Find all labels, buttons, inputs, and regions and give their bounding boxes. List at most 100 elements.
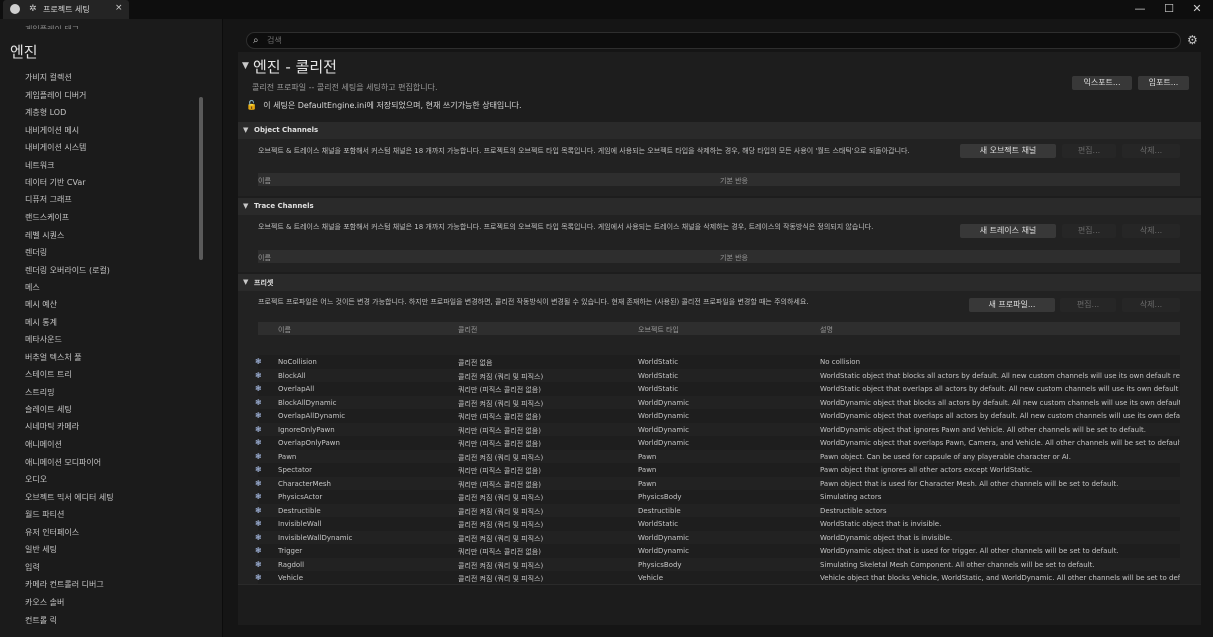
table-row[interactable]: ❃ Ragdoll 콜리전 켜짐 (쿼리 및 피직스) PhysicsBody Simu… [255,557,1180,571]
delete-profile-button[interactable]: 삭제... [1122,298,1180,312]
sidebar-item[interactable]: 버추얼 텍스처 풀 [25,352,82,363]
table-row[interactable]: ❃ IgnoreOnlyPawn 쿼리만 (피직스 콜리전 없음) WorldDyna… [255,422,1180,436]
cell-object-type: Vehicle [638,574,664,582]
sidebar-item[interactable]: 컨트롤 릭 [25,615,57,626]
sidebar-item[interactable]: 입력 [25,562,40,573]
sidebar-item[interactable]: 네트워크 [25,160,54,171]
cell-collision: 콜리전 켜짐 (쿼리 및 피직스) [458,494,544,502]
cell-object-type: WorldStatic [638,385,679,393]
sidebar-item[interactable]: 스테이트 트리 [25,369,72,380]
sidebar-scrollbar[interactable] [199,97,203,260]
page-title: 엔진 - 콜리전 [253,58,337,76]
table-row[interactable]: ❃ OverlapAll 쿼리만 (피직스 콜리전 없음) WorldStatic Wo… [255,382,1180,396]
sidebar-item[interactable]: 스트리밍 [25,387,54,398]
search-input[interactable] [267,34,1147,47]
presets-column-header: 이름 콜리전 오브젝트 타입 설명 [258,322,1180,335]
trace-channels-description: 오브젝트 & 트레이스 채널을 포함해서 커스텀 채널은 18 개까지 가능합니… [258,223,874,231]
sidebar-item[interactable]: 메스 [25,282,40,293]
profile-icon: ❃ [255,451,262,461]
sidebar-item[interactable]: 메시 예산 [25,299,57,310]
gear-icon[interactable]: ⚙ [1187,33,1198,47]
collapse-arrow-icon[interactable]: ▼ [242,61,249,71]
page-subtitle: 콜리전 프로파일 -- 콜리전 세팅을 세팅하고 편집합니다. [252,83,438,92]
sidebar-item[interactable]: 슬레이트 세팅 [25,404,72,415]
sidebar-item[interactable]: 메시 통계 [25,317,57,328]
table-row[interactable]: ❃ Spectator 쿼리만 (피직스 콜리전 없음) Pawn Pawn objec… [255,463,1180,477]
new-profile-button[interactable]: 새 프로파일... [969,298,1055,312]
sidebar-item[interactable]: 가비지 컬렉션 [25,72,72,83]
sidebar-item[interactable]: 디퓨저 그래프 [25,194,72,205]
edit-object-channel-button[interactable]: 편집... [1062,144,1116,158]
cell-description: WorldDynamic object that is used for tri… [820,547,1119,555]
cell-name: PhysicsActor [278,493,323,501]
close-tab-icon[interactable]: × [115,3,123,13]
new-trace-channel-button[interactable]: 새 트레이스 채널 [960,224,1056,238]
table-row[interactable]: ❃ Destructible 콜리전 켜짐 (쿼리 및 피직스) Destructib… [255,503,1180,517]
sidebar-item[interactable]: 렌더링 [25,247,47,258]
sidebar-item[interactable]: 애니메이션 모디파이어 [25,457,101,468]
sidebar-item[interactable]: 오디오 [25,474,47,485]
export-button[interactable]: 익스포트... [1072,76,1132,90]
search-box[interactable]: ⌕ [246,32,1181,49]
delete-trace-channel-button[interactable]: 삭제... [1122,224,1180,238]
table-row[interactable]: ❃ NoCollision 콜리전 없음 WorldStatic No collisio… [255,355,1180,369]
cell-collision: 콜리전 켜짐 (쿼리 및 피직스) [458,575,544,583]
object-channels-column-header: 이름 기본 반응 [258,173,1180,186]
sidebar-item[interactable]: 렌더링 오버라이드 (로컬) [25,265,110,276]
tab-project-settings[interactable]: ✲ 프로젝트 세팅 × [3,0,129,19]
tab-title: 프로젝트 세팅 [43,5,90,14]
cell-object-type: WorldStatic [638,520,679,528]
import-button[interactable]: 임포트... [1138,76,1189,90]
sidebar-item[interactable]: 데이터 기반 CVar [25,177,86,188]
sidebar-item[interactable]: 애니메이션 [25,439,62,450]
table-row[interactable]: ❃ BlockAllDynamic 콜리전 켜짐 (쿼리 및 피직스) WorldDy… [255,395,1180,409]
sidebar-item[interactable]: 시네마틱 카메라 [25,421,79,432]
new-object-channel-button[interactable]: 새 오브젝트 채널 [960,144,1056,158]
table-row[interactable]: ❃ InvisibleWall 콜리전 켜짐 (쿼리 및 피직스) WorldStat… [255,517,1180,531]
table-row[interactable]: ❃ Trigger 쿼리만 (피직스 콜리전 없음) WorldDynamic Worl… [255,544,1180,558]
sidebar-item[interactable]: 랜드스케이프 [25,212,69,223]
cell-name: BlockAllDynamic [278,398,337,407]
table-row[interactable]: ❃ Pawn 콜리전 켜짐 (쿼리 및 피직스) Pawn Pawn object. C… [255,449,1180,463]
table-row[interactable]: ❃ InvisibleWallDynamic 콜리전 켜짐 (쿼리 및 피직스) Wo… [255,530,1180,544]
sidebar-item[interactable]: 유저 인터페이스 [25,527,79,538]
cell-collision: 콜리전 켜짐 (쿼리 및 피직스) [458,534,544,543]
minimize-button[interactable]: — [1131,2,1149,16]
sidebar-item[interactable]: 레벨 시퀀스 [25,230,64,241]
cell-object-type: WorldDynamic [638,533,689,542]
close-window-button[interactable]: ✕ [1188,2,1206,16]
column-object-type: 오브젝트 타입 [638,326,679,334]
cell-description: WorldStatic object that is invisible. [820,520,942,528]
sidebar-item[interactable]: 게임플레이 디버거 [25,90,86,101]
sidebar-item[interactable]: 오브젝트 믹서 에디터 세팅 [25,492,114,503]
profile-icon: ❃ [255,532,262,542]
sidebar-item[interactable]: 계층형 LOD [25,107,66,118]
sidebar-item[interactable]: 내비게이션 메시 [25,125,79,136]
cell-collision: 쿼리만 (피직스 콜리전 없음) [458,467,541,475]
sidebar-item-cut[interactable]: 게임플레이 태그 [25,24,79,29]
presets-header[interactable]: ▼ 프리셋 [238,274,1201,291]
table-row[interactable]: ❃ Vehicle 콜리전 켜짐 (쿼리 및 피직스) Vehicle Vehicle … [255,571,1180,585]
cell-description: Simulating Skeletal Mesh Component. All … [820,560,1095,569]
trace-channels-header[interactable]: ▼ Trace Channels [238,198,1201,215]
sidebar-item[interactable]: 카메라 컨트롤러 디버그 [25,579,104,590]
table-row[interactable]: ❃ PhysicsActor 콜리전 켜짐 (쿼리 및 피직스) PhysicsBod… [255,490,1180,504]
cell-collision: 콜리전 없음 [458,359,493,367]
sidebar-item[interactable]: 월드 파티션 [25,509,64,520]
sidebar-item[interactable]: 일반 세팅 [25,544,57,555]
table-row[interactable]: ❃ OverlapAllDynamic 쿼리만 (피직스 콜리전 없음) WorldD… [255,409,1180,423]
delete-object-channel-button[interactable]: 삭제... [1122,144,1180,158]
table-row[interactable]: ❃ OverlapOnlyPawn 쿼리만 (피직스 콜리전 없음) WorldDyn… [255,436,1180,450]
table-row[interactable]: ❃ BlockAll 콜리전 켜짐 (쿼리 및 피직스) WorldStatic Wor… [255,368,1180,382]
cell-name: NoCollision [278,358,317,366]
sidebar-item[interactable]: 메타사운드 [25,334,62,345]
edit-trace-channel-button[interactable]: 편집... [1062,224,1116,238]
table-row[interactable]: ❃ CharacterMesh 쿼리만 (피직스 콜리전 없음) Pawn Pawn o… [255,476,1180,490]
edit-profile-button[interactable]: 편집... [1060,298,1116,312]
sidebar-item[interactable]: 내비게이션 시스템 [25,142,86,153]
maximize-button[interactable]: ☐ [1160,2,1178,16]
object-channels-header[interactable]: ▼ Object Channels [238,122,1201,139]
sidebar-item[interactable]: 카오스 솔버 [25,597,64,608]
object-channels-title: Object Channels [254,126,319,134]
profile-icon: ❃ [255,519,262,528]
